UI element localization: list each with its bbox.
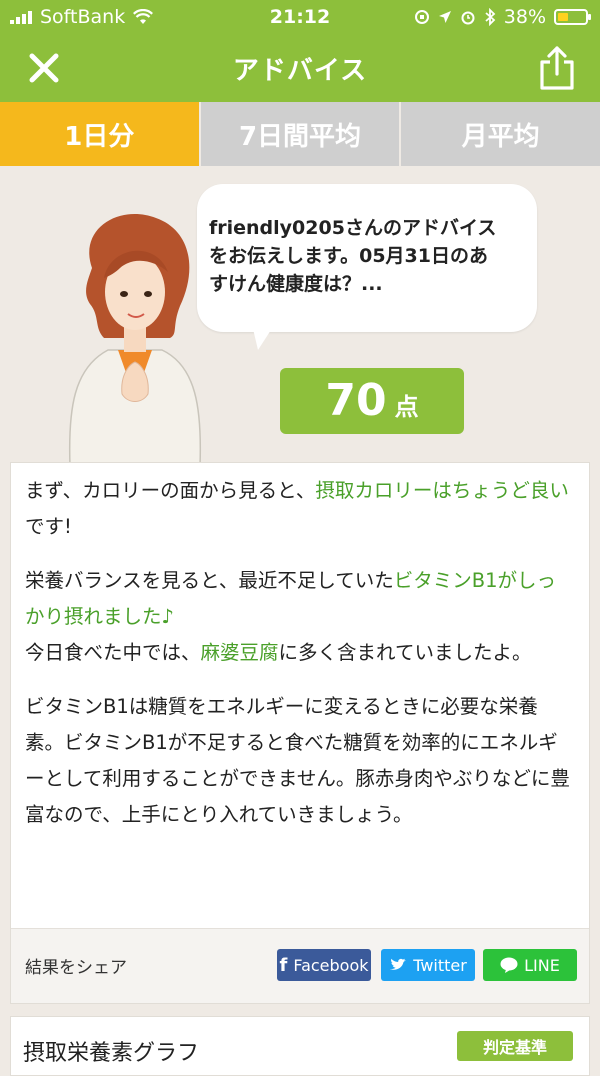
advice-text-segment: です! — [25, 515, 72, 538]
page-title: アドバイス — [232, 56, 368, 86]
speech-bubble-tail — [250, 316, 280, 350]
nutrient-graph-header: 摂取栄養素グラフ 判定基準 — [10, 1016, 590, 1076]
rotation-lock-icon — [414, 10, 429, 24]
battery-icon — [554, 9, 591, 25]
location-icon — [438, 11, 451, 23]
advice-card: まず、カロリーの面から見ると、摂取カロリーはちょうど良いです! 栄養バランスを見… — [10, 462, 590, 1004]
line-chat-icon — [500, 957, 518, 973]
score-value: 70 — [325, 375, 387, 426]
criteria-button[interactable]: 判定基準 — [457, 1031, 573, 1061]
share-row: 結果をシェア f Facebook Twitter LINE — [11, 928, 589, 1003]
tab-seven-day-average[interactable]: 7日間平均 — [200, 102, 402, 166]
advice-text: まず、カロリーの面から見ると、摂取カロリーはちょうど良いです! 栄養バランスを見… — [11, 463, 589, 833]
alarm-icon — [461, 11, 475, 25]
advice-highlight-food[interactable]: 麻婆豆腐 — [201, 641, 279, 664]
advice-paragraph-nutrient: ビタミンB1は糖質をエネルギーに変えるときに必要な栄養素。ビタミンB1が不足する… — [25, 695, 570, 826]
speech-line-1: friendly0205さんのアドバイス — [209, 217, 497, 239]
line-share-button[interactable]: LINE — [483, 949, 577, 981]
tab-monthly-average[interactable]: 月平均 — [401, 102, 600, 166]
nav-bar: アドバイス — [0, 34, 600, 102]
advice-text-segment: 栄養バランスを見ると、最近不足していた — [25, 569, 394, 592]
nutrient-graph-title: 摂取栄養素グラフ — [23, 1041, 200, 1066]
score-unit: 点 — [394, 393, 419, 421]
facebook-share-button[interactable]: f Facebook — [277, 949, 371, 981]
share-icon[interactable] — [536, 44, 578, 92]
bluetooth-icon — [485, 8, 496, 26]
advice-paragraph-balance: 栄養バランスを見ると、最近不足していたビタミンB1がしっかり摂れました♪ 今日食べ… — [25, 563, 575, 671]
status-bar: SoftBank 21:12 38% — [0, 0, 600, 34]
period-tabs: 1日分 7日間平均 月平均 — [0, 102, 600, 166]
twitter-share-button[interactable]: Twitter — [381, 949, 475, 981]
tab-one-day[interactable]: 1日分 — [0, 102, 201, 166]
advisor-avatar — [68, 213, 202, 466]
twitter-bird-icon — [390, 958, 407, 970]
speech-line-2: をお伝えします。05月31日のあ — [209, 245, 488, 267]
advice-paragraph-calorie: まず、カロリーの面から見ると、摂取カロリーはちょうど良いです! — [25, 473, 575, 545]
share-label: 結果をシェア — [25, 958, 127, 978]
line-label: LINE — [524, 955, 560, 975]
facebook-label: Facebook — [293, 955, 369, 975]
advice-text-segment: に多く含まれていましたよ。 — [278, 641, 532, 664]
advisor-hero: friendly0205さんのアドバイス をお伝えします。05月31日のあ すけ… — [0, 166, 600, 466]
battery-percent: 38% — [503, 6, 546, 28]
advice-highlight: 摂取カロリーはちょうど良い — [315, 479, 569, 502]
twitter-label: Twitter — [413, 955, 467, 975]
health-score: 70 点 — [280, 368, 464, 434]
facebook-icon: f — [279, 954, 288, 976]
advice-text-segment: 今日食べた中では、 — [25, 641, 201, 664]
speech-line-3: すけん健康度は？... — [209, 273, 383, 295]
advice-text-segment: まず、カロリーの面から見ると、 — [25, 479, 316, 502]
advice-speech-bubble: friendly0205さんのアドバイス をお伝えします。05月31日のあ すけ… — [197, 184, 537, 332]
